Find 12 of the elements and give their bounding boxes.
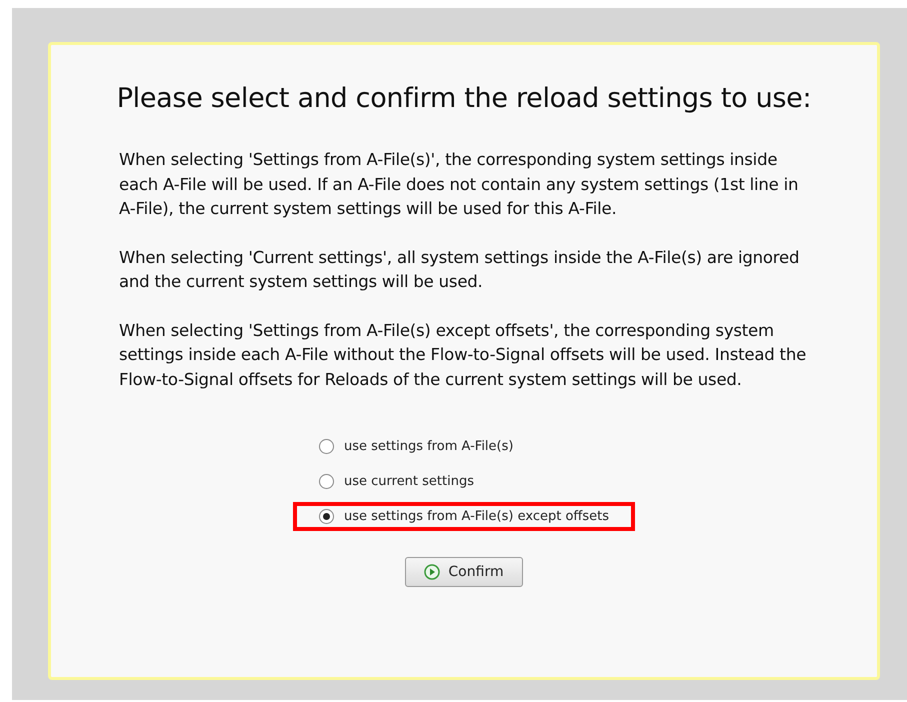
description-paragraph: When selecting 'Settings from A-File(s)', the corresponding system settings inside each A-File will be used. If an A-File does not contain any system settings (1st line in A-File), the current system settings will be used for this A-File. xyxy=(119,149,800,220)
description-paragraph: When selecting 'Settings from A-File(s) except offsets', the corresponding system settings inside each A-File without the Flow-to-Signal offsets will be used. Instead the Flow-to-Signal offsets for Reloads of the current system settings will be used. xyxy=(119,320,808,390)
radio-button[interactable] xyxy=(318,439,334,454)
dialog-title: Please select and confirm the reload settings to use: xyxy=(116,83,812,114)
highlighted-radio-option[interactable]: use settings from A-File(s) except offsets xyxy=(292,502,635,531)
radio-option[interactable]: use current settings xyxy=(292,467,635,496)
confirm-button[interactable]: Confirm xyxy=(405,557,523,587)
radio-button[interactable] xyxy=(318,509,334,524)
description-paragraph: When selecting 'Current settings', all system settings inside the A-File(s) are ignored and the current system settings will be used. xyxy=(119,246,800,293)
radio-option[interactable]: use settings from A-File(s) xyxy=(292,432,635,461)
play-icon xyxy=(424,564,440,580)
radio-button[interactable] xyxy=(318,474,334,489)
